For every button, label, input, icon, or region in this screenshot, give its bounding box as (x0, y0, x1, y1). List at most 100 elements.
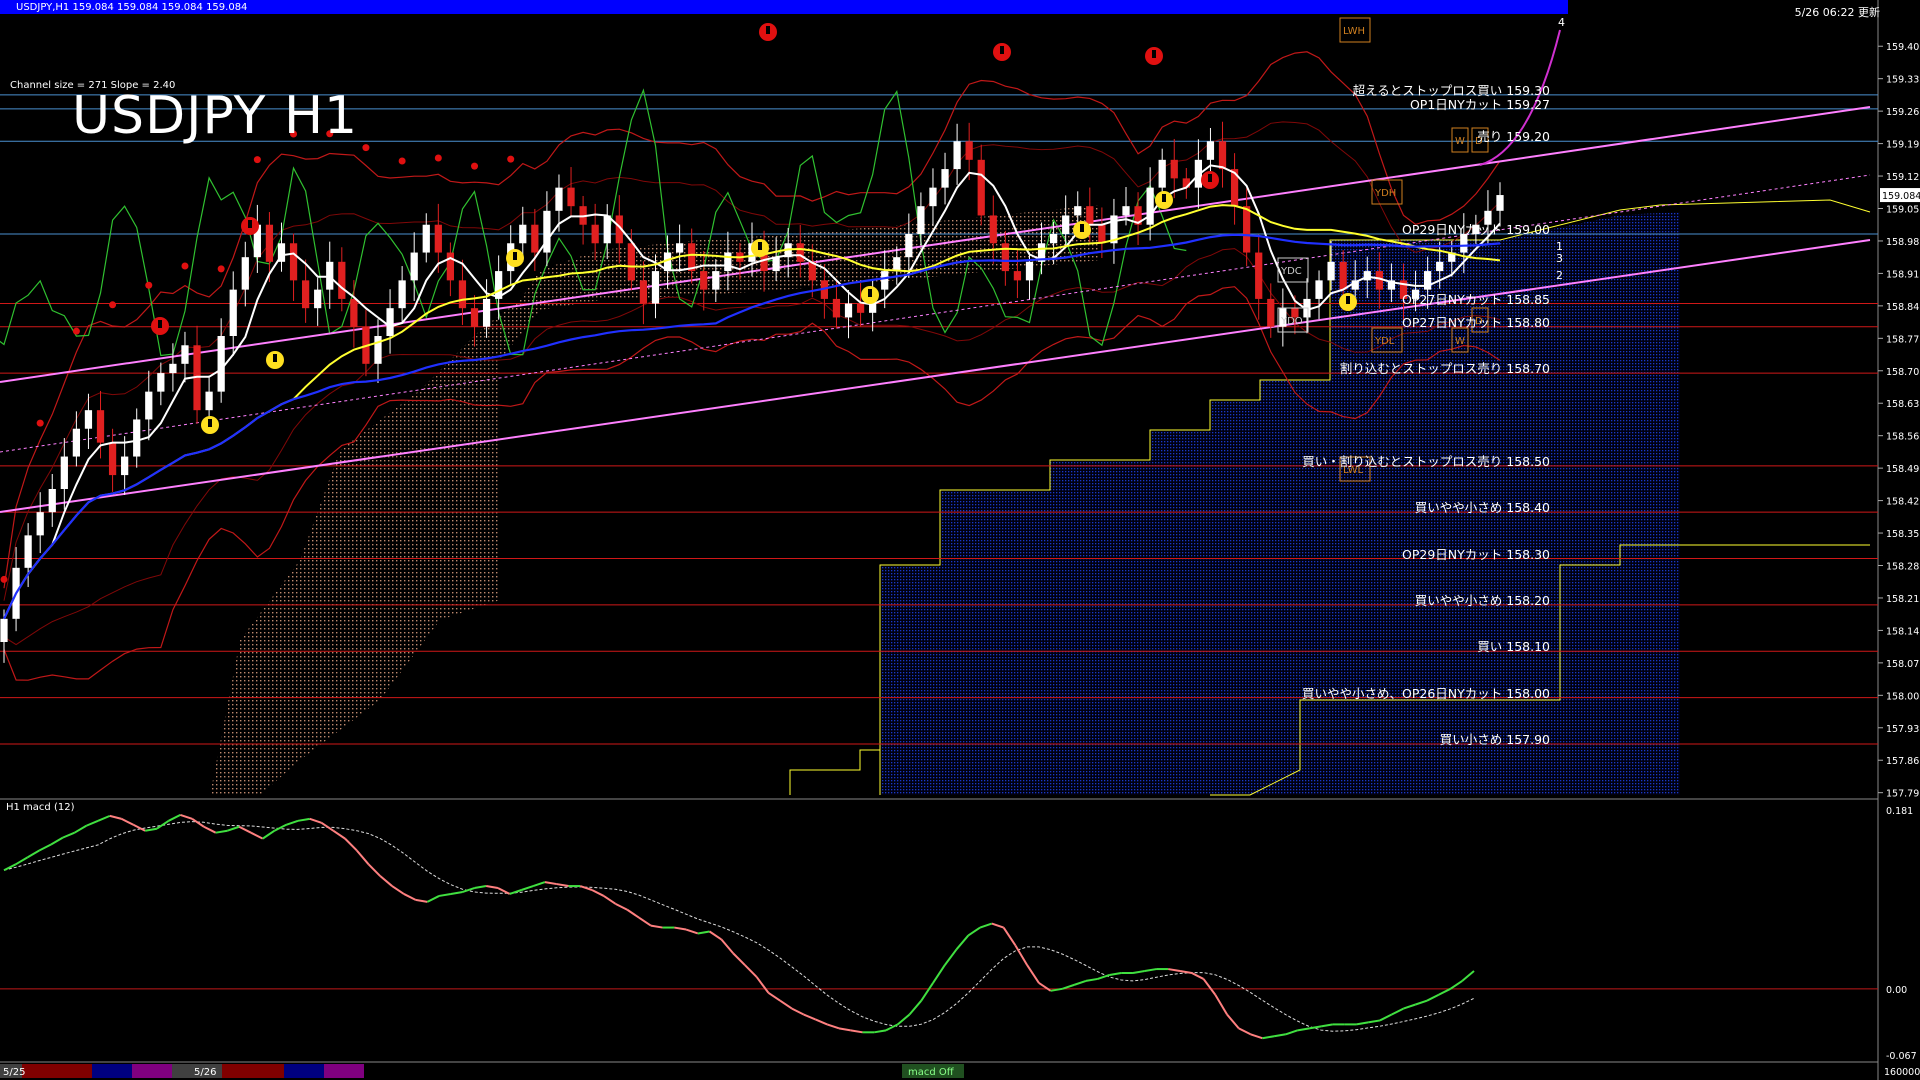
candle-body (470, 308, 479, 327)
price-tick-label: 157.795 (1886, 789, 1920, 800)
marker-box-text: W (1455, 136, 1465, 147)
pivot-dot (362, 144, 370, 152)
candle-body (434, 224, 442, 253)
price-tick-label: 158.985 (1886, 237, 1920, 248)
level-label: OP27日NYカット 158.80 (1402, 314, 1550, 330)
fractal-marker (993, 43, 1011, 61)
candle-body (36, 512, 44, 536)
fractal-notch (1000, 46, 1004, 54)
price-tick-label: 158.705 (1886, 367, 1920, 378)
price-tick-label: 158.565 (1886, 432, 1920, 443)
trading-chart[interactable]: LWHYDHYDCYDOYDLLWLW DWD1234159.084 159.40… (0, 0, 1920, 1080)
level-label: 売り 159.20 (1477, 129, 1550, 145)
candle-body (543, 210, 551, 253)
fractal-notch (158, 320, 162, 328)
timeline-date: 5/26 (194, 1067, 216, 1078)
candle-body (84, 410, 93, 429)
pivot-dot (109, 301, 117, 309)
level-label: 割り込むとストップロス売り 158.70 (1339, 361, 1550, 377)
price-tick-label: 158.005 (1886, 691, 1920, 702)
price-tick-label: 158.845 (1886, 302, 1920, 313)
candle-body (446, 252, 455, 281)
candle-body (374, 336, 382, 364)
pivot-dot (145, 281, 153, 289)
candle-body (893, 257, 901, 272)
level-label: OP29日NYカット 158.30 (1402, 546, 1550, 562)
price-tick-label: 158.145 (1886, 626, 1920, 637)
level-label: OP27日NYカット 158.85 (1402, 291, 1550, 307)
price-tick-label: 158.355 (1886, 529, 1920, 540)
price-tick-label: 159.055 (1886, 205, 1920, 216)
candle-body (169, 363, 177, 374)
price-tick-label: 159.195 (1886, 140, 1920, 151)
candle-body (603, 215, 611, 244)
chart-title: USDJPY H1 (72, 86, 359, 146)
candle-body (301, 280, 310, 309)
level-label: 買い 158.10 (1477, 639, 1550, 655)
macd-off-tab[interactable]: macd Off (902, 1064, 964, 1078)
candle-body (338, 261, 346, 299)
fractal-marker (506, 249, 524, 267)
fractal-marker (266, 351, 284, 369)
price-tick-label: 158.915 (1886, 269, 1920, 280)
candle-body (905, 234, 913, 258)
candle-body (1013, 271, 1022, 281)
level-label: 買いやや小さめ 158.20 (1414, 592, 1550, 608)
price-tick-label: 159.335 (1886, 75, 1920, 86)
candle-body (350, 298, 358, 327)
candle-body (1339, 261, 1347, 290)
candle-body (1243, 206, 1251, 253)
macd-tick-label: 0.00 (1886, 985, 1907, 996)
symbol-header: USDJPY,H1 159.084 159.084 159.084 159.08… (16, 2, 248, 13)
candle-body (712, 271, 720, 290)
candle-body (832, 298, 841, 318)
fractal-notch (1080, 224, 1084, 232)
candle-body (1375, 271, 1383, 290)
level-label: 買いやや小さめ 158.40 (1414, 500, 1550, 516)
fractal-notch (273, 354, 277, 362)
level-label: OP1日NYカット 159.27 (1409, 96, 1550, 112)
candle-body (145, 391, 153, 420)
pivot-dot (507, 155, 515, 163)
candle-body (724, 252, 732, 272)
candle-body (72, 428, 81, 457)
fractal-notch (1162, 194, 1166, 202)
candle-body (1086, 206, 1094, 225)
fractal-marker (861, 286, 879, 304)
candle-body (314, 289, 322, 309)
level-label: OP29日NYカット 159.00 (1402, 222, 1550, 237)
fractal-marker (1145, 47, 1163, 65)
pivot-dot (72, 327, 80, 335)
candle-body (627, 243, 635, 281)
current-price-box: 159.084 (1880, 188, 1920, 203)
level-label: 買い小さめ 157.90 (1439, 732, 1550, 747)
candle-body (796, 243, 804, 262)
candle-body (929, 187, 937, 207)
candle-body (96, 410, 105, 443)
price-tick-label: 158.285 (1886, 562, 1920, 573)
candle-body (108, 442, 117, 476)
candle-body (133, 419, 141, 457)
price-tick-label: 159.125 (1886, 172, 1920, 183)
candle-body (1170, 159, 1178, 179)
candle-body (1255, 252, 1263, 299)
pivot-dot (0, 575, 8, 583)
candle-body (422, 224, 430, 253)
timestamp: 5/26 06:22 更新 (1794, 6, 1880, 19)
macd-tick-label: 0.181 (1886, 806, 1913, 817)
candle-body (265, 224, 274, 262)
fractal-notch (766, 26, 770, 34)
candle-body (965, 141, 973, 160)
candle-body (639, 280, 648, 304)
price-tick-label: 158.215 (1886, 594, 1920, 605)
price-tick-label: 157.935 (1886, 724, 1920, 735)
level-label: 買い・割り込むとストップロス売り 158.50 (1302, 453, 1550, 469)
target-label: 4 (1558, 16, 1565, 29)
fractal-marker (1073, 221, 1091, 239)
marker-box-text: YDC (1280, 266, 1302, 277)
macd-off-tab-label: macd Off (908, 1067, 955, 1078)
candle-body (1062, 215, 1070, 234)
candle-body (1267, 298, 1275, 327)
candle-body (772, 257, 780, 272)
candle-body (1496, 195, 1504, 211)
